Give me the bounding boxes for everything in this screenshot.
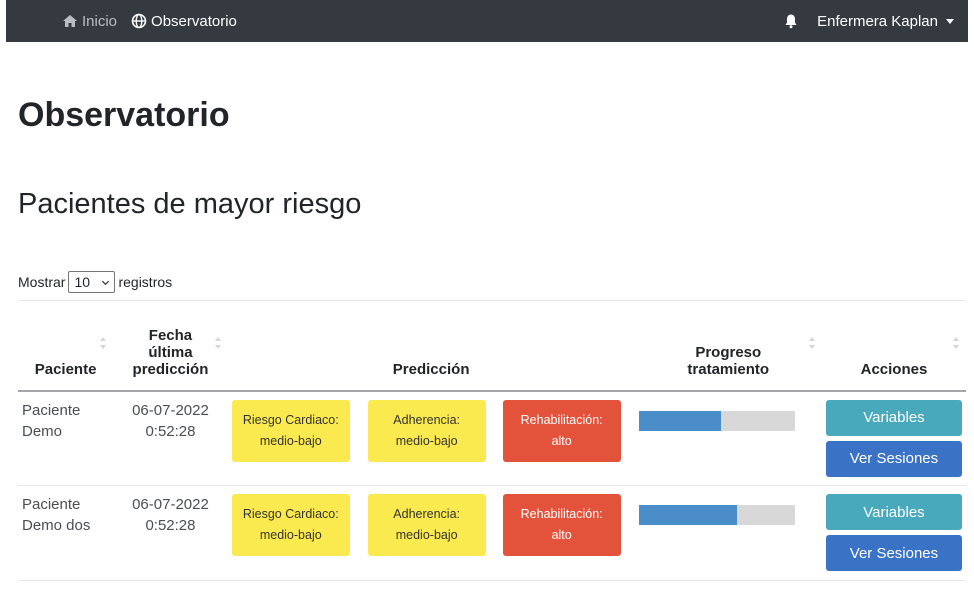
section-title: Pacientes de mayor riesgo xyxy=(18,188,362,220)
page-length-value: 10 xyxy=(74,274,91,290)
user-menu-dropdown[interactable]: Enfermera Kaplan xyxy=(817,13,954,30)
riesgo-cell: Riesgo Cardiaco: medio-bajo xyxy=(227,485,364,581)
sort-icon xyxy=(100,337,107,349)
prediction-date: 06-07-2022 0:52:28 xyxy=(132,401,209,440)
rehabilitacion-badge: Rehabilitación: alto xyxy=(502,494,621,556)
adherencia-cell: Adherencia: medio-bajo xyxy=(363,485,499,581)
progress-fill xyxy=(638,410,722,431)
bell-icon[interactable] xyxy=(783,13,799,29)
col-header-paciente[interactable]: Paciente xyxy=(18,300,114,392)
progress-fill xyxy=(638,505,737,525)
nav-observatorio-link[interactable]: Observatorio xyxy=(131,13,237,30)
length-suffix: registros xyxy=(118,274,173,290)
patient-name-cell: Paciente Demo dos xyxy=(18,485,114,581)
patients-table: Paciente Fecha última predicción Predicc… xyxy=(18,300,966,581)
actions-group: Variables Ver Sesiones xyxy=(825,399,962,477)
chevron-down-icon xyxy=(102,280,110,285)
nav-home-label: Inicio xyxy=(82,12,118,30)
riesgo-cell: Riesgo Cardiaco: medio-bajo xyxy=(227,390,364,486)
treatment-progress-bar xyxy=(638,410,795,431)
col-header-prediccion: Predicción xyxy=(227,300,635,392)
page-title: Observatorio xyxy=(18,96,230,134)
globe-icon xyxy=(131,13,147,29)
length-prefix: Mostrar xyxy=(18,274,66,290)
variables-button[interactable]: Variables xyxy=(825,494,962,530)
actions-group: Variables Ver Sesiones xyxy=(825,494,962,571)
caret-down-icon xyxy=(946,18,954,24)
adherencia-cell: Adherencia: medio-bajo xyxy=(363,390,499,486)
patient-name: Paciente Demo xyxy=(22,401,81,440)
table-row: Paciente Demo dos 06-07-2022 0:52:28 Rie… xyxy=(18,485,966,581)
rehabilitacion-cell: Rehabilitación: alto xyxy=(498,485,635,581)
page-length-select[interactable]: 10 xyxy=(68,271,116,293)
sort-icon xyxy=(214,337,221,349)
patient-name: Paciente Demo dos xyxy=(22,496,91,534)
riesgo-cardiaco-badge: Riesgo Cardiaco: medio-bajo xyxy=(231,399,350,462)
prediction-date-cell: 06-07-2022 0:52:28 xyxy=(113,485,228,581)
rehabilitacion-cell: Rehabilitación: alto xyxy=(498,390,635,486)
table-header-row: Paciente Fecha última predicción Predicc… xyxy=(18,300,966,392)
actions-cell: Variables Ver Sesiones xyxy=(821,485,966,581)
sort-icon xyxy=(808,337,815,349)
actions-cell: Variables Ver Sesiones xyxy=(821,390,966,486)
col-header-progreso[interactable]: Progreso tratamiento xyxy=(634,300,822,392)
nav-observatorio-label: Observatorio xyxy=(151,12,237,30)
col-header-acciones[interactable]: Acciones xyxy=(821,300,966,392)
variables-button[interactable]: Variables xyxy=(825,399,962,436)
treatment-progress-bar xyxy=(638,505,795,525)
length-control: Mostrar 10 registros xyxy=(18,271,172,293)
sort-icon xyxy=(953,337,959,349)
prediction-date-cell: 06-07-2022 0:52:28 xyxy=(113,390,228,486)
ver-sesiones-button[interactable]: Ver Sesiones xyxy=(825,535,962,571)
user-name: Enfermera Kaplan xyxy=(817,12,938,30)
progress-cell xyxy=(634,390,822,486)
top-navbar: Inicio Observatorio Enfermera Kaplan xyxy=(6,0,968,42)
table-row: Paciente Demo 06-07-2022 0:52:28 Riesgo … xyxy=(18,390,966,486)
progress-cell xyxy=(634,485,822,581)
col-header-fecha[interactable]: Fecha última predicción xyxy=(113,300,228,392)
patient-name-cell: Paciente Demo xyxy=(18,390,114,486)
riesgo-cardiaco-badge: Riesgo Cardiaco: medio-bajo xyxy=(231,494,350,556)
adherencia-badge: Adherencia: medio-bajo xyxy=(367,399,486,462)
rehabilitacion-badge: Rehabilitación: alto xyxy=(502,399,621,462)
prediction-date: 06-07-2022 0:52:28 xyxy=(132,496,209,534)
nav-home-link[interactable]: Inicio xyxy=(62,13,117,30)
adherencia-badge: Adherencia: medio-bajo xyxy=(367,494,486,556)
ver-sesiones-button[interactable]: Ver Sesiones xyxy=(825,440,962,477)
home-icon xyxy=(63,15,77,27)
